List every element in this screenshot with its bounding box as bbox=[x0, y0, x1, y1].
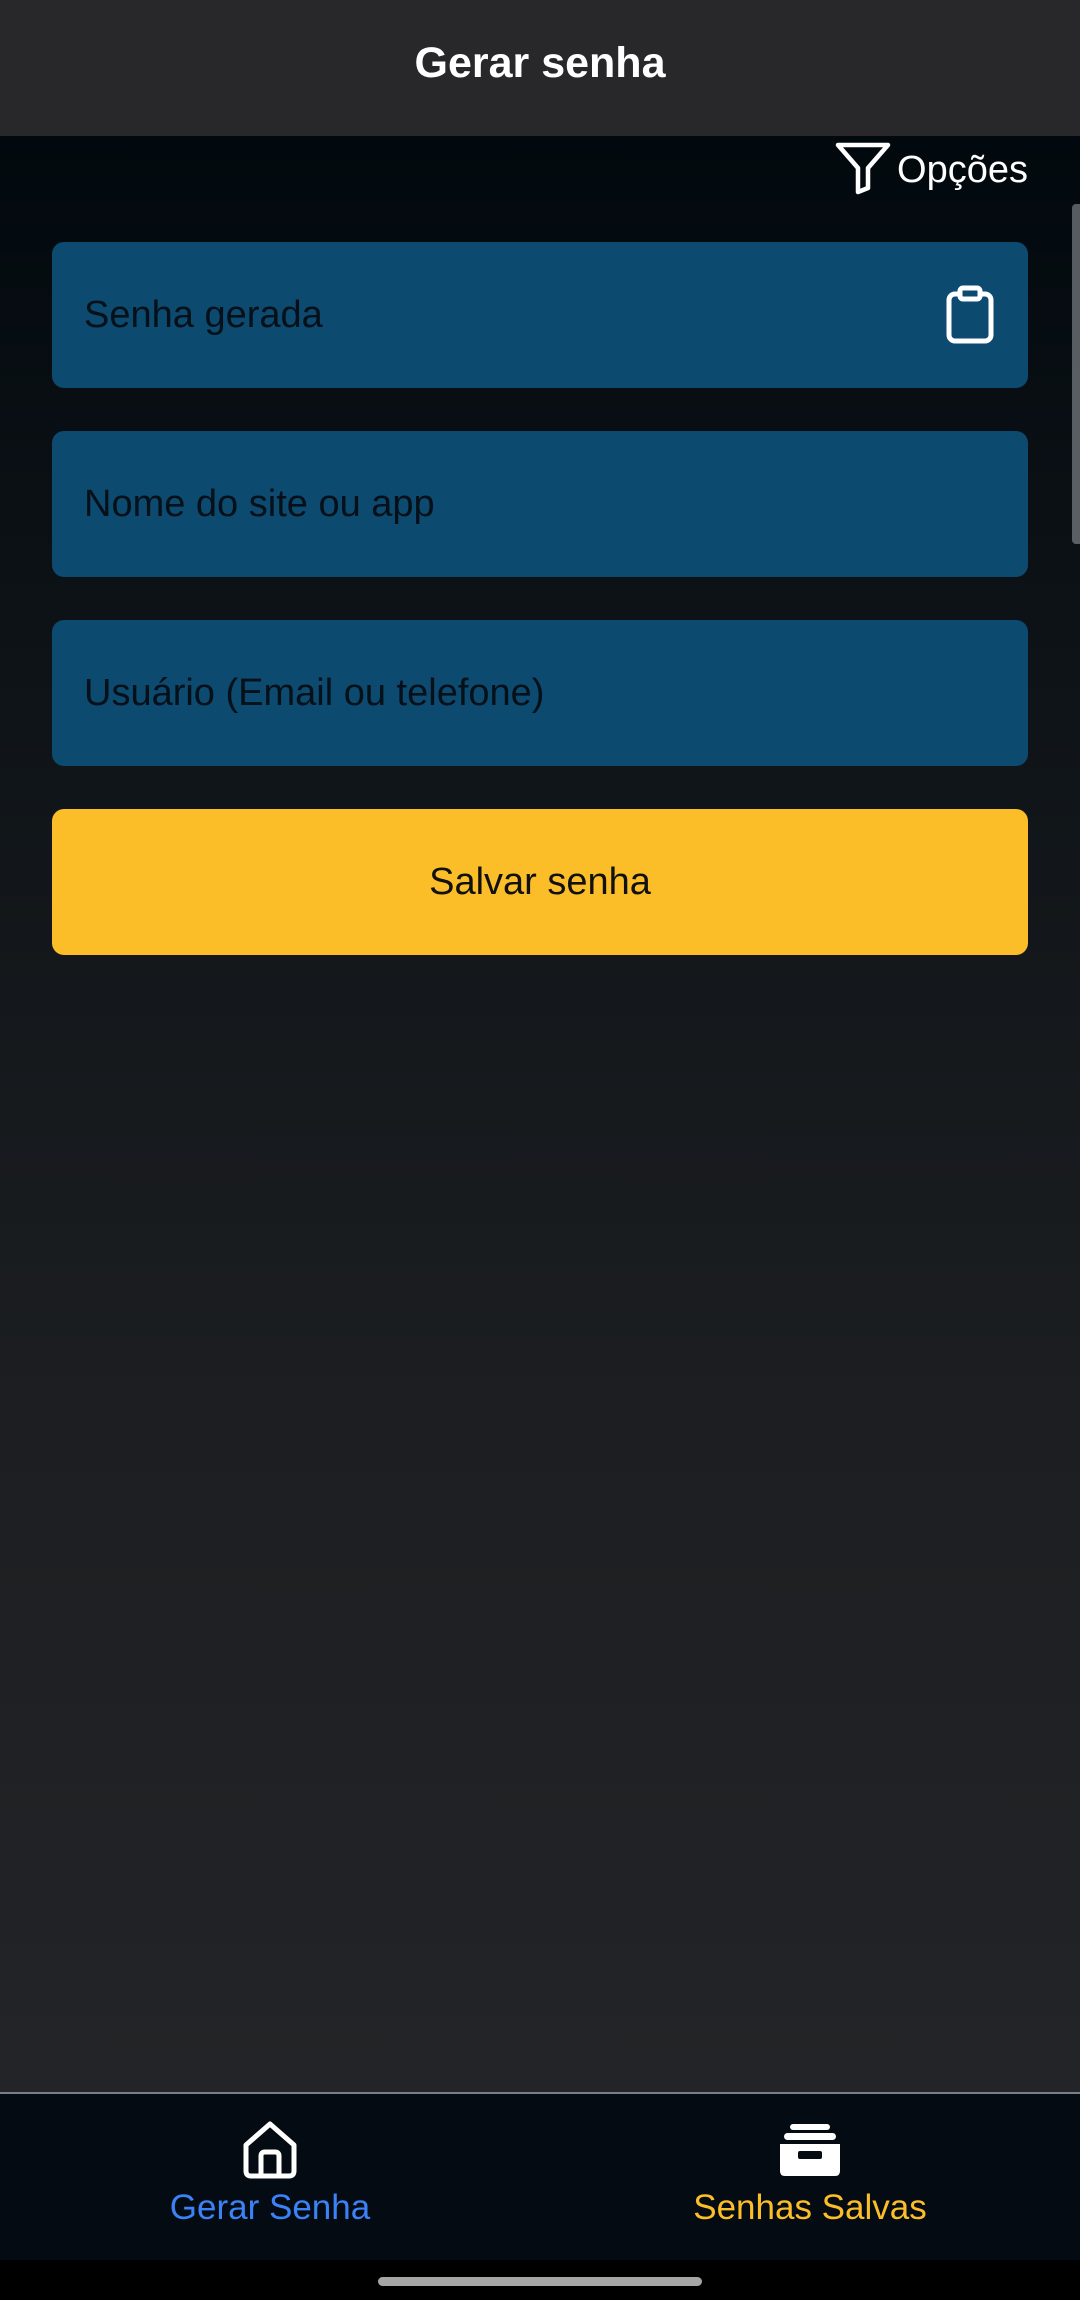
bottom-navigation: Gerar Senha Senhas Salvas bbox=[0, 2092, 1080, 2260]
site-name-input[interactable] bbox=[82, 481, 998, 527]
page-title: Gerar senha bbox=[414, 38, 666, 87]
archive-box-icon bbox=[778, 2118, 842, 2182]
generated-password-input[interactable] bbox=[82, 292, 942, 338]
app-header: Gerar senha bbox=[0, 0, 1080, 136]
nav-label-senhas-salvas: Senhas Salvas bbox=[693, 2188, 927, 2227]
app-screen: Gerar senha Opções Senha gerada Nome do … bbox=[0, 0, 1080, 2300]
home-icon bbox=[240, 2118, 300, 2182]
filter-icon bbox=[833, 140, 893, 201]
clipboard-icon[interactable] bbox=[942, 284, 998, 346]
scrollbar[interactable] bbox=[1072, 204, 1080, 544]
nav-label-gerar-senha: Gerar Senha bbox=[169, 2188, 371, 2227]
user-input[interactable] bbox=[82, 670, 998, 716]
user-field[interactable] bbox=[52, 620, 1028, 766]
system-navigation-bar bbox=[0, 2260, 1080, 2300]
options-button[interactable]: Opções bbox=[833, 140, 1028, 201]
main-content: Opções Salvar senha bbox=[0, 136, 1080, 2092]
options-label: Opções bbox=[897, 149, 1028, 191]
nav-item-gerar-senha[interactable]: Gerar Senha bbox=[0, 2094, 540, 2260]
nav-item-senhas-salvas[interactable]: Senhas Salvas bbox=[540, 2094, 1080, 2260]
home-indicator[interactable] bbox=[378, 2277, 702, 2286]
generated-password-field[interactable] bbox=[52, 242, 1028, 388]
site-name-field[interactable] bbox=[52, 431, 1028, 577]
save-password-button[interactable]: Salvar senha bbox=[52, 809, 1028, 955]
